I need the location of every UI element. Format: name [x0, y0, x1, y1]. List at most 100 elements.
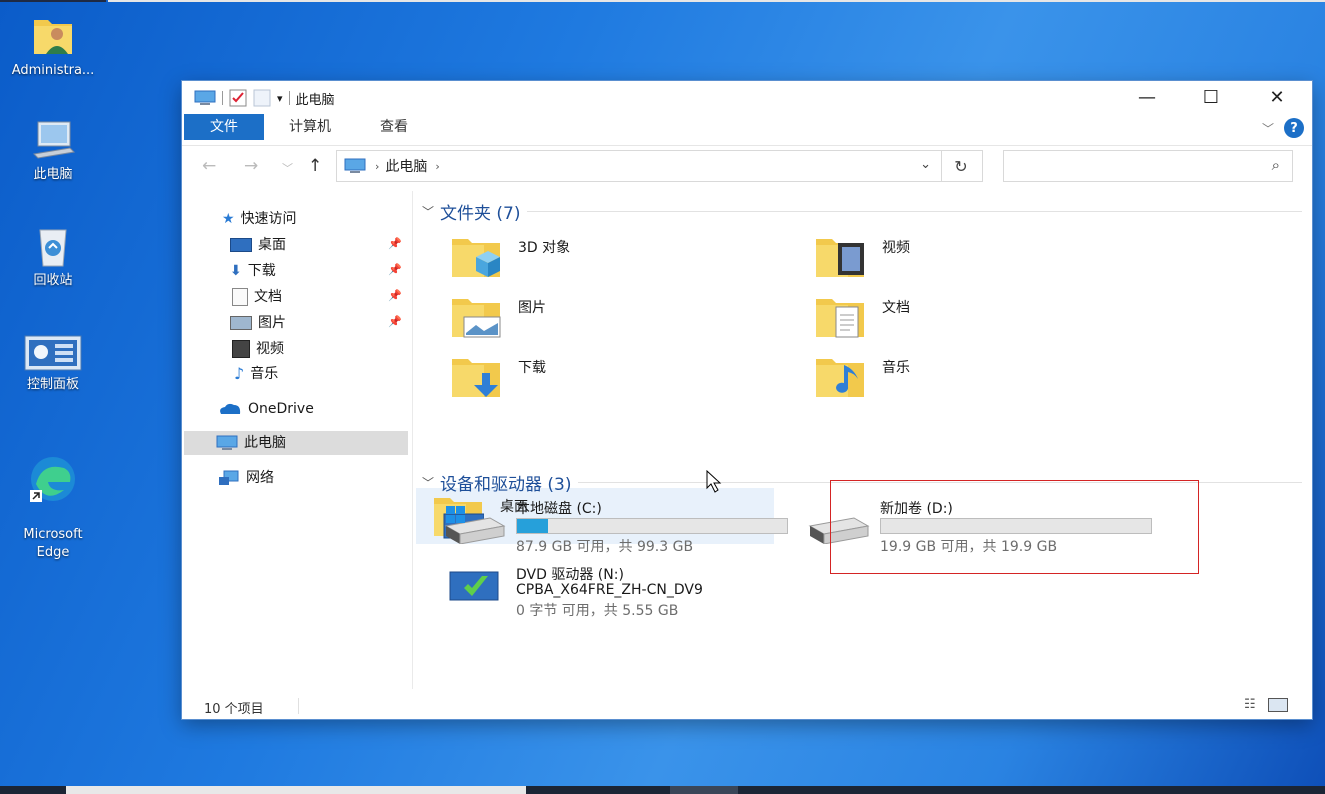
folder-3d-objects[interactable]: 3D 对象 — [434, 229, 792, 285]
back-arrow-icon[interactable]: ← — [202, 156, 216, 176]
window-title: 此电脑 — [295, 92, 335, 108]
pin-icon: 📌 — [388, 263, 402, 276]
nav-desktop[interactable]: 桌面 — [230, 233, 286, 257]
top-edge-dark — [0, 0, 106, 2]
expand-ribbon-chevron-icon[interactable]: ﹀ — [1262, 120, 1274, 137]
pin-icon: 📌 — [388, 237, 402, 250]
folder-pictures[interactable]: 图片 — [434, 289, 792, 345]
drive-free-space: 0 字节 可用，共 5.55 GB — [516, 603, 679, 619]
drive-c[interactable]: 本地磁盘 (C:) 87.9 GB 可用，共 99.3 GB — [434, 498, 814, 558]
dvd-drive-icon — [449, 571, 499, 601]
title-bar: ▾ 此电脑 — ☐ ✕ — [182, 81, 1312, 113]
refresh-button[interactable]: ↻ — [940, 150, 983, 182]
minimize-button[interactable]: — — [1124, 81, 1170, 113]
status-bar: 10 个项目 ☷ — [182, 693, 1312, 719]
nav-label: 视频 — [256, 341, 284, 357]
new-folder-icon[interactable] — [253, 89, 271, 107]
network-icon — [219, 470, 239, 485]
up-arrow-icon[interactable]: ↑ — [308, 156, 322, 176]
address-dropdown-icon[interactable]: ⌄ — [920, 157, 931, 172]
user-folder-icon — [34, 20, 72, 54]
control-panel-icon — [24, 335, 82, 371]
recent-locations-chevron-icon[interactable]: ﹀ — [282, 160, 293, 176]
address-bar[interactable]: › 此电脑 › ⌄ — [336, 150, 942, 182]
item-count: 10 个项目 — [204, 702, 264, 717]
pin-icon: 📌 — [388, 315, 402, 328]
nav-music[interactable]: ♪ 音乐 — [234, 362, 278, 386]
nav-pictures[interactable]: 图片 — [230, 311, 286, 335]
drive-name: 本地磁盘 (C:) — [516, 501, 602, 517]
customize-qa-chevron-icon[interactable]: ▾ — [277, 92, 283, 105]
separator — [288, 91, 290, 105]
ribbon-tabs: 文件 计算机 查看 — [182, 114, 1312, 140]
drive-dvd[interactable]: DVD 驱动器 (N:) CPBA_X64FRE_ZH-CN_DV9 0 字节 … — [434, 564, 814, 624]
nav-label: 文档 — [254, 289, 282, 305]
nav-this-pc[interactable]: 此电脑 — [184, 431, 408, 455]
computer-icon — [32, 121, 76, 159]
breadcrumb-this-pc[interactable]: 此电脑 — [385, 156, 427, 176]
collapse-chevron-icon[interactable]: ﹀ — [422, 203, 434, 220]
ribbon-right-controls: ﹀ ? — [1262, 118, 1304, 138]
details-view-icon[interactable]: ☷ — [1244, 697, 1256, 712]
star-icon: ★ — [222, 211, 235, 227]
separator — [298, 698, 299, 714]
folders-group-header[interactable]: ﹀ 文件夹 (7) — [422, 199, 1302, 224]
music-folder-icon — [816, 359, 864, 397]
search-input[interactable]: ⌕ — [1003, 150, 1293, 182]
nav-downloads[interactable]: ⬇ 下载 — [230, 259, 276, 283]
tab-file[interactable]: 文件 — [184, 114, 264, 140]
nav-network[interactable]: 网络 — [218, 466, 274, 490]
address-row: ← → ﹀ ↑ › 此电脑 › ⌄ ↻ ⌕ — [182, 145, 1312, 186]
content-pane: ﹀ 文件夹 (7) 3D 对象 视频 图片 文档 下载 音乐 桌面 ﹀ 设备和驱… — [414, 191, 1312, 689]
tab-view[interactable]: 查看 — [362, 114, 426, 140]
desktop-icon — [230, 238, 252, 252]
this-pc-small-icon — [216, 435, 238, 450]
nav-label: 下载 — [247, 263, 276, 279]
system-drive-icon — [444, 506, 506, 544]
nav-quick-access[interactable]: ★ 快速访问 — [222, 207, 297, 231]
folder-name: 图片 — [518, 300, 546, 316]
pictures-folder-icon — [452, 299, 501, 338]
close-button[interactable]: ✕ — [1254, 81, 1300, 113]
taskbar — [0, 786, 1325, 794]
folder-downloads[interactable]: 下载 — [434, 349, 792, 405]
picture-icon — [230, 316, 252, 330]
desktop-icon-this-pc[interactable]: 此电脑 — [0, 120, 106, 184]
taskbar-active-app[interactable] — [670, 786, 738, 794]
breadcrumb-chevron-icon[interactable]: › — [375, 160, 379, 173]
folder-name: 视频 — [882, 240, 910, 256]
tab-computer[interactable]: 计算机 — [274, 114, 346, 140]
taskbar-search-box[interactable] — [66, 786, 526, 794]
separator — [222, 91, 223, 105]
large-icons-view-icon[interactable] — [1268, 698, 1288, 712]
nav-onedrive[interactable]: OneDrive — [218, 397, 314, 421]
group-title: 文件夹 (7) — [440, 204, 521, 224]
breadcrumb-chevron-icon[interactable]: › — [435, 160, 439, 173]
3d-objects-folder-icon — [452, 239, 500, 277]
nav-label: 图片 — [258, 315, 286, 331]
nav-label: 网络 — [246, 470, 274, 486]
folder-documents[interactable]: 文档 — [798, 289, 1156, 345]
properties-icon[interactable] — [229, 89, 247, 107]
navigation-pane: ★ 快速访问 桌面 📌 ⬇ 下载 📌 文档 📌 图片 📌 视频 ♪ 音乐 One… — [182, 191, 413, 689]
collapse-chevron-icon[interactable]: ﹀ — [422, 474, 434, 491]
pin-icon: 📌 — [388, 289, 402, 302]
folder-videos[interactable]: 视频 — [798, 229, 1156, 285]
nav-videos[interactable]: 视频 — [232, 337, 284, 361]
folder-name: 3D 对象 — [518, 240, 571, 256]
desktop-icon-administrator[interactable]: Administra... — [0, 12, 106, 80]
nav-label: 桌面 — [258, 237, 286, 253]
nav-label: 快速访问 — [240, 211, 297, 227]
quick-access-toolbar: ▾ 此电脑 — [194, 88, 335, 108]
drive-usage-fill — [517, 519, 549, 533]
desktop-icon-control-panel[interactable]: 控制面板 — [0, 334, 106, 394]
folder-music[interactable]: 音乐 — [798, 349, 1156, 405]
videos-folder-icon — [816, 239, 864, 277]
desktop-icon-edge[interactable]: Microsoft Edge — [0, 436, 106, 562]
desktop-icon-recycle-bin[interactable]: 回收站 — [0, 224, 106, 290]
forward-arrow-icon[interactable]: → — [244, 156, 258, 176]
maximize-button[interactable]: ☐ — [1188, 81, 1234, 113]
help-icon[interactable]: ? — [1284, 118, 1304, 138]
desktop-icon-label: 回收站 — [33, 273, 73, 288]
nav-documents[interactable]: 文档 — [232, 285, 282, 309]
